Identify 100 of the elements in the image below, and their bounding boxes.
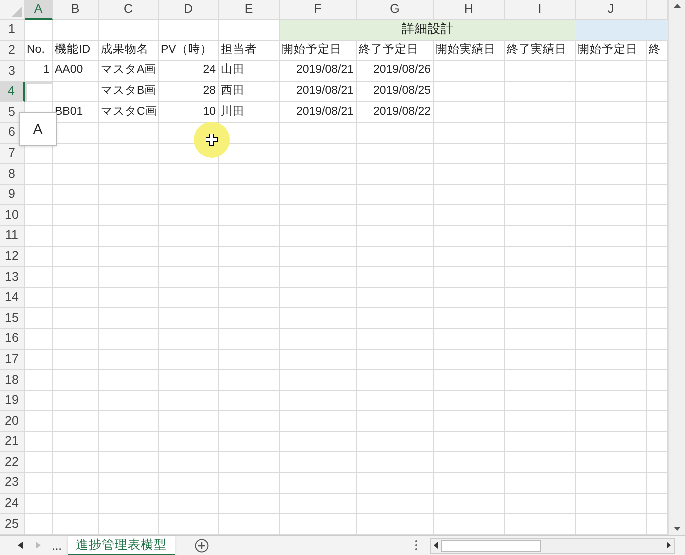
selected-cell[interactable] <box>25 82 53 102</box>
column-header[interactable]: E <box>219 0 280 20</box>
scroll-left-icon[interactable] <box>434 542 438 549</box>
table-cell <box>159 370 219 391</box>
scroll-down-icon[interactable] <box>674 527 680 531</box>
row-header[interactable]: 22 <box>0 452 25 474</box>
table-cell <box>505 288 576 308</box>
table-cell <box>159 20 219 41</box>
table-cell <box>505 267 576 288</box>
row-header[interactable]: 19 <box>0 390 25 412</box>
table-cell <box>576 432 647 452</box>
table-cell <box>99 452 159 474</box>
row-header[interactable]: 12 <box>0 246 25 268</box>
table-cell <box>25 246 53 268</box>
add-sheet-icon[interactable] <box>195 538 210 552</box>
table-cell <box>434 473 505 494</box>
table-cell <box>99 246 159 268</box>
row-header[interactable]: 13 <box>0 267 25 288</box>
column-header[interactable]: J <box>576 0 647 20</box>
row-header[interactable]: 23 <box>0 473 25 494</box>
row-header[interactable]: 14 <box>0 288 25 308</box>
table-cell <box>99 370 159 391</box>
table-cell <box>576 267 647 288</box>
table-cell <box>159 452 219 474</box>
next-sheet-icon[interactable] <box>36 542 41 549</box>
row-header[interactable]: 18 <box>0 370 25 391</box>
table-cell <box>53 370 99 391</box>
row-header[interactable]: 8 <box>0 164 25 185</box>
scroll-up-icon[interactable] <box>674 4 680 8</box>
table-cell: 終了実績日 <box>505 40 576 62</box>
row-header[interactable]: 25 <box>0 514 25 535</box>
scrollbar-thumb[interactable] <box>441 540 542 552</box>
table-cell <box>99 473 159 494</box>
table-cell <box>53 246 99 268</box>
previous-sheet-icon[interactable] <box>18 542 23 549</box>
table-cell: AA00 <box>53 61 99 82</box>
column-header[interactable]: F <box>280 0 357 20</box>
table-cell <box>159 432 219 452</box>
row-header[interactable]: 1 <box>0 20 25 41</box>
row-header[interactable]: 4 <box>0 82 25 102</box>
table-cell <box>53 452 99 474</box>
cursor-icon <box>206 134 218 146</box>
select-all-icon[interactable] <box>12 7 22 17</box>
column-header[interactable]: C <box>99 0 159 20</box>
column-header[interactable]: H <box>434 0 505 20</box>
row-header[interactable]: 21 <box>0 432 25 452</box>
row-header[interactable]: 10 <box>0 205 25 226</box>
table-cell <box>505 226 576 247</box>
table-cell <box>434 390 505 412</box>
table-cell <box>25 390 53 412</box>
table-cell <box>576 61 647 82</box>
sheet-overflow-button[interactable]: ... <box>52 536 62 554</box>
horizontal-scrollbar[interactable] <box>430 538 676 554</box>
table-cell <box>159 164 219 185</box>
table-cell: 西田 <box>219 82 280 102</box>
column-header[interactable]: B <box>53 0 99 20</box>
table-cell: 1 <box>25 61 53 82</box>
row-header[interactable]: 15 <box>0 308 25 329</box>
column-header[interactable]: A <box>25 0 53 20</box>
column-header[interactable] <box>647 0 668 20</box>
table-cell <box>505 370 576 391</box>
row-header[interactable]: 2 <box>0 40 25 62</box>
table-cell <box>576 226 647 247</box>
table-cell: 2019/08/21 <box>280 102 357 123</box>
table-cell <box>25 328 53 350</box>
table-cell <box>53 267 99 288</box>
table-cell <box>99 432 159 452</box>
column-header[interactable]: D <box>159 0 219 20</box>
table-cell <box>99 122 159 144</box>
table-cell <box>53 411 99 432</box>
splitter-icon[interactable] <box>415 540 418 551</box>
row-header[interactable]: 16 <box>0 328 25 350</box>
table-cell: 開始予定日 <box>576 40 647 62</box>
table-cell <box>25 350 53 370</box>
table-cell <box>505 432 576 452</box>
row-header[interactable]: 20 <box>0 411 25 432</box>
table-cell <box>434 102 505 123</box>
table-cell <box>576 82 647 102</box>
scroll-right-icon[interactable] <box>667 542 672 549</box>
row-header[interactable]: 24 <box>0 494 25 514</box>
row-header[interactable]: 11 <box>0 226 25 247</box>
table-cell <box>53 288 99 308</box>
sheet-tab[interactable]: 進捗管理表横型 <box>68 536 176 555</box>
table-cell <box>576 411 647 432</box>
table-cell: 川田 <box>219 102 280 123</box>
row-header[interactable]: 7 <box>0 144 25 164</box>
column-header[interactable]: G <box>357 0 434 20</box>
table-cell <box>25 494 53 514</box>
table-cell <box>53 308 99 329</box>
column-header[interactable]: I <box>505 0 576 20</box>
row-header[interactable]: 17 <box>0 350 25 370</box>
table-cell <box>53 184 99 206</box>
table-cell: 2019/08/26 <box>357 61 434 82</box>
table-cell <box>219 205 280 226</box>
vertical-scrollbar[interactable] <box>668 0 685 535</box>
row-header[interactable]: 9 <box>0 184 25 206</box>
row-header[interactable]: 3 <box>0 61 25 82</box>
header-corner[interactable] <box>0 0 25 20</box>
table-cell <box>99 328 159 350</box>
table-cell <box>505 390 576 412</box>
